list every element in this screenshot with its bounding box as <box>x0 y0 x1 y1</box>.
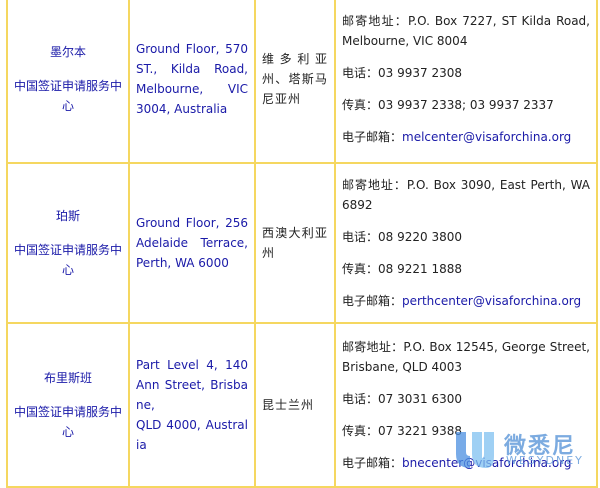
watermark-subtitle: WESYDNEY <box>506 454 584 467</box>
center-name: 中国签证申请服务中心 <box>14 79 123 113</box>
email-label: 电子邮箱： <box>342 294 403 308</box>
phone: 电话：03 9937 2308 <box>342 66 462 80</box>
table-row: 珀斯 中国签证申请服务中心 Ground Floor, 256 Adelaide… <box>6 162 598 324</box>
email-link[interactable]: melcenter@visaforchina.org <box>402 130 571 144</box>
fax: 传真：08 9221 1888 <box>342 262 462 276</box>
watermark: 微悉尼 WESYDNEY <box>450 426 590 472</box>
center-name-cell: 墨尔本 中国签证申请服务中心 <box>6 0 130 164</box>
email-label: 电子邮箱： <box>342 456 403 470</box>
center-name: 中国签证申请服务中心 <box>14 405 123 439</box>
visa-center-table: 墨尔本 中国签证申请服务中心 Ground Floor, 570 ST., Ki… <box>6 0 598 488</box>
fax: 传真：03 9937 2338; 03 9937 2337 <box>342 98 554 112</box>
address-line: Perth, WA 6000 <box>136 256 229 270</box>
contact-cell: 邮寄地址：P.O. Box 7227, ST Kilda Road, Melbo… <box>334 0 598 164</box>
address-cell: Ground Floor, 256 Adelaide Terrace, Pert… <box>128 162 256 324</box>
city-name: 珀斯 <box>55 209 80 223</box>
service-area-cell: 西澳大利亚州 <box>254 162 336 324</box>
phone: 电话：08 9220 3800 <box>342 230 462 244</box>
address-cell: Part Level 4, 140 Ann Street, Brisbane, … <box>128 322 256 488</box>
address-cell: Ground Floor, 570 ST., Kilda Road, Melbo… <box>128 0 256 164</box>
address-line: Ground Floor, 570 <box>136 42 248 56</box>
table-row: 墨尔本 中国签证申请服务中心 Ground Floor, 570 ST., Ki… <box>6 0 598 164</box>
address-line: Melbourne, VIC <box>136 82 248 96</box>
email-link[interactable]: perthcenter@visaforchina.org <box>402 294 581 308</box>
postal-address: 邮寄地址：P.O. Box 3090, East Perth, WA 6892 <box>342 178 590 212</box>
email-line: 电子邮箱：perthcenter@visaforchina.org <box>342 291 590 311</box>
contact-cell: 邮寄地址：P.O. Box 3090, East Perth, WA 6892 … <box>334 162 598 324</box>
postal-address: 邮寄地址：P.O. Box 12545, George Street, Bris… <box>342 340 590 374</box>
city-name: 布里斯班 <box>43 371 92 385</box>
wesydney-logo-icon <box>456 432 494 468</box>
address-line: Part Level 4, 140 <box>136 358 248 372</box>
address-line: Adelaide Terrace, <box>136 236 248 250</box>
center-name-cell: 珀斯 中国签证申请服务中心 <box>6 162 130 324</box>
postal-address: 邮寄地址：P.O. Box 7227, ST Kilda Road, Melbo… <box>342 14 590 48</box>
center-name-cell: 布里斯班 中国签证申请服务中心 <box>6 322 130 488</box>
address-line: ST., Kilda Road, <box>136 62 248 76</box>
address-line: Ann Street, Brisbane, <box>136 378 248 412</box>
phone: 电话：07 3031 6300 <box>342 392 462 406</box>
address-line: Ground Floor, 256 <box>136 216 248 230</box>
address-line: QLD 4000, Australia <box>136 418 248 452</box>
center-name: 中国签证申请服务中心 <box>14 243 123 277</box>
email-line: 电子邮箱：melcenter@visaforchina.org <box>342 127 590 147</box>
service-area-cell: 维多利亚州、塔斯马尼亚州 <box>254 0 336 164</box>
service-area-cell: 昆士兰州 <box>254 322 336 488</box>
address-line: 3004, Australia <box>136 102 228 116</box>
city-name: 墨尔本 <box>49 45 86 59</box>
email-label: 电子邮箱： <box>342 130 403 144</box>
